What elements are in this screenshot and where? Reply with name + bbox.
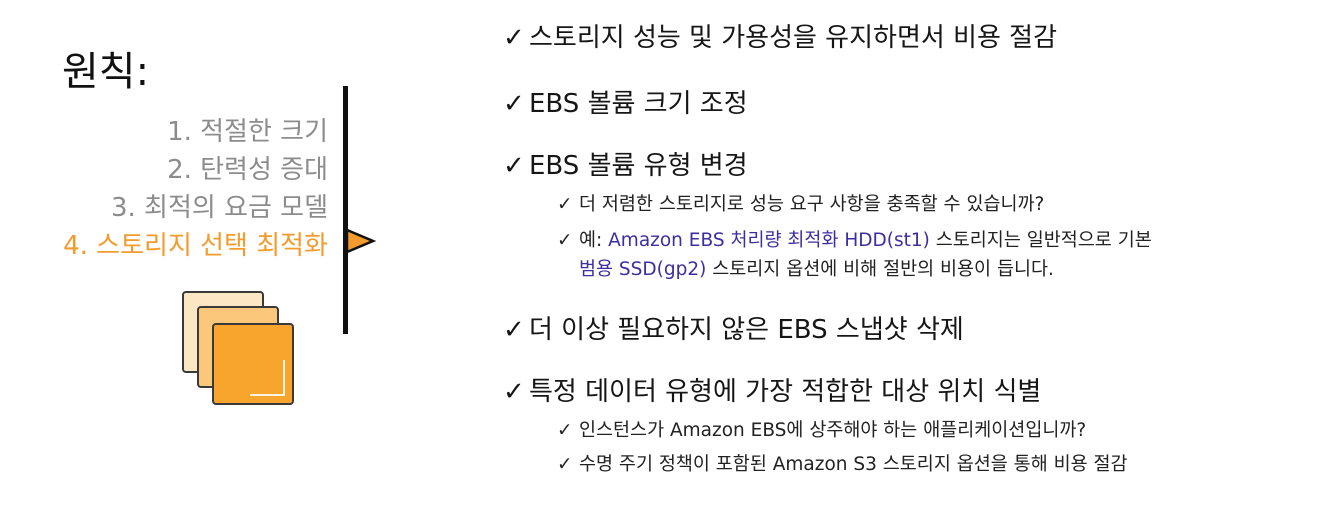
bullet-delete-snapshots: ✓ 더 이상 필요하지 않은 EBS 스냅샷 삭제 — [503, 312, 964, 348]
highlight-gp2: 범용 SSD(gp2) — [579, 259, 707, 280]
active-marker-triangle-icon — [346, 228, 376, 254]
bullet-cost-reduction: ✓ 스토리지 성능 및 가용성을 유지하면서 비용 절감 — [503, 20, 1057, 56]
highlight-st1: Amazon EBS 처리량 최적화 HDD(st1) — [608, 230, 930, 251]
check-icon: ✓ — [557, 194, 573, 215]
bullet-change-volume-type: ✓ EBS 볼륨 유형 변경 — [503, 148, 748, 184]
principle-item-3: 3. 최적의 요금 모델 — [110, 193, 328, 223]
principle-item-1: 1. 적절한 크기 — [167, 117, 328, 147]
check-icon: ✓ — [557, 230, 573, 251]
principles-title: 원칙: — [62, 49, 150, 95]
sub-bullet-example-st1: ✓ 예: Amazon EBS 처리량 최적화 HDD(st1) 스토리지는 일반… — [557, 227, 1152, 254]
check-icon: ✓ — [557, 420, 573, 441]
bullet-resize-volume: ✓ EBS 볼륨 크기 조정 — [503, 86, 748, 122]
storage-stack-icon — [182, 291, 294, 405]
sub-bullet-cheaper-storage: ✓ 더 저렴한 스토리지로 성능 요구 사항을 충족할 수 있습니까? — [557, 191, 1044, 218]
bullet-identify-target: ✓ 특정 데이터 유형에 가장 적합한 대상 위치 식별 — [503, 374, 1041, 410]
check-icon: ✓ — [503, 89, 525, 119]
sub-bullet-ebs-resident: ✓ 인스턴스가 Amazon EBS에 상주해야 하는 애플리케이션입니까? — [557, 417, 1086, 444]
sub-bullet-example-st1-cont: 범용 SSD(gp2) 스토리지 옵션에 비해 절반의 비용이 듭니다. — [579, 259, 1054, 280]
check-icon: ✓ — [557, 454, 573, 475]
divider-line — [343, 86, 348, 334]
check-icon: ✓ — [503, 315, 525, 345]
sub-bullet-s3-lifecycle: ✓ 수명 주기 정책이 포함된 Amazon S3 스토리지 옵션을 통해 비용 … — [557, 451, 1128, 478]
principle-item-4-active: 4. 스토리지 선택 최적화 — [63, 231, 328, 261]
principles-list: 1. 적절한 크기 2. 탄력성 증대 3. 최적의 요금 모델 4. 스토리지… — [63, 113, 328, 265]
check-icon: ✓ — [503, 23, 525, 53]
principle-item-2: 2. 탄력성 증대 — [167, 155, 328, 185]
check-icon: ✓ — [503, 151, 525, 181]
check-icon: ✓ — [503, 377, 525, 407]
